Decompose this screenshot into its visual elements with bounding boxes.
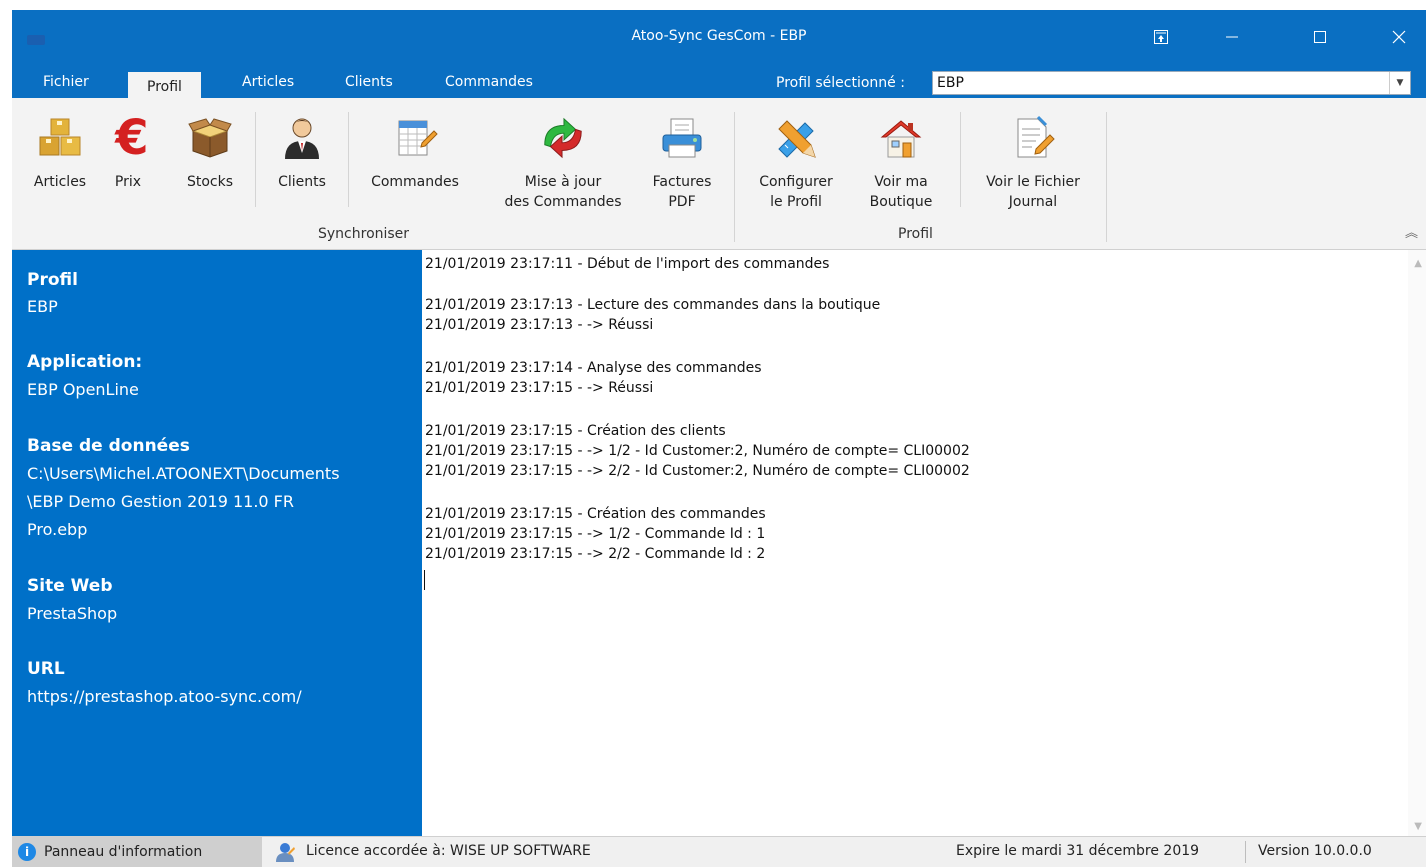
- pin-icon[interactable]: [1141, 22, 1181, 52]
- licence-text: Licence accordée à: WISE UP SOFTWARE: [306, 843, 591, 859]
- site-value: PrestaShop: [27, 604, 118, 623]
- voir-journal-button-label: Voir le Fichier Journal: [986, 174, 1080, 210]
- log-output[interactable]: 21/01/2019 23:17:11 - Début de l'import …: [422, 250, 1426, 836]
- info-panel: Profil EBP Application: EBP OpenLine Bas…: [12, 250, 422, 836]
- group-label-profil: Profil: [898, 226, 933, 242]
- info-panel-toggle-label: Panneau d'information: [44, 844, 203, 860]
- log-line: 21/01/2019 23:17:13 - Lecture des comman…: [425, 297, 881, 313]
- status-bar: i Panneau d'information Licence accordée…: [12, 836, 1426, 867]
- ribbon: Articles € Prix Stocks Clients Commandes…: [12, 98, 1426, 250]
- ribbon-divider: [255, 112, 256, 207]
- chevron-down-icon[interactable]: ▼: [1389, 72, 1410, 94]
- clients-button-label: Clients: [278, 174, 326, 190]
- profile-selector[interactable]: EBP ▼: [932, 71, 1411, 95]
- application-heading: Application:: [27, 352, 143, 372]
- close-icon[interactable]: [1379, 22, 1419, 52]
- ribbon-divider: [348, 112, 349, 207]
- euro-icon: €: [115, 110, 149, 166]
- scroll-up-icon[interactable]: ▲: [1414, 258, 1422, 269]
- factures-pdf-button-label: Factures PDF: [652, 174, 712, 210]
- log-line: 21/01/2019 23:17:15 - -> Réussi: [425, 380, 654, 396]
- document-edit-icon: [1009, 108, 1057, 168]
- profile-selector-value: EBP: [937, 75, 964, 91]
- application-value: EBP OpenLine: [27, 380, 139, 399]
- database-value-line2: \EBP Demo Gestion 2019 11.0 FR: [27, 492, 294, 511]
- text-caret: [424, 570, 425, 590]
- scroll-down-icon[interactable]: ▼: [1414, 821, 1422, 832]
- tab-fichier[interactable]: Fichier: [43, 74, 89, 90]
- title-bar: Atoo-Sync GesCom - EBP: [12, 10, 1426, 68]
- tab-clients[interactable]: Clients: [345, 74, 393, 90]
- site-heading: Site Web: [27, 576, 113, 596]
- vertical-scrollbar[interactable]: ▲ ▼: [1408, 250, 1426, 836]
- prix-button[interactable]: € Prix: [108, 108, 149, 192]
- url-value[interactable]: https://prestashop.atoo-sync.com/: [27, 683, 422, 711]
- user-icon: [278, 108, 326, 168]
- configurer-profil-button[interactable]: Configurer le Profil: [748, 108, 844, 212]
- log-line: 21/01/2019 23:17:14 - Analyse des comman…: [425, 360, 762, 376]
- ribbon-group-divider: [1106, 112, 1107, 242]
- pencil-ruler-icon: [772, 108, 820, 168]
- sync-arrows-icon: [539, 108, 587, 168]
- tab-articles[interactable]: Articles: [242, 74, 294, 90]
- url-heading: URL: [27, 659, 65, 679]
- status-divider: [1245, 841, 1246, 863]
- info-icon: i: [18, 843, 36, 861]
- profil-heading: Profil: [27, 270, 78, 290]
- group-label-synchroniser: Synchroniser: [318, 226, 410, 242]
- commandes-button-label: Commandes: [371, 174, 459, 190]
- log-line: 21/01/2019 23:17:15 - -> 2/2 - Id Custom…: [425, 463, 970, 479]
- ribbon-divider: [960, 112, 961, 207]
- stocks-button-label: Stocks: [186, 174, 234, 190]
- log-line: 21/01/2019 23:17:15 - Création des comma…: [425, 506, 766, 522]
- collapse-ribbon-icon[interactable]: ︽: [1405, 222, 1418, 241]
- database-value-line3: Pro.ebp: [27, 520, 88, 539]
- menu-tabs: Fichier Profil Articles Clients Commande…: [12, 68, 1426, 98]
- boxes-icon: [36, 108, 84, 168]
- licence-user-icon: [274, 841, 296, 863]
- articles-button[interactable]: Articles: [28, 108, 92, 192]
- log-line: 21/01/2019 23:17:15 - -> 1/2 - Commande …: [425, 526, 766, 542]
- expiry-text: Expire le mardi 31 décembre 2019: [956, 843, 1200, 859]
- log-line: 21/01/2019 23:17:15 - -> 2/2 - Commande …: [425, 546, 766, 562]
- maximize-icon[interactable]: [1300, 22, 1340, 52]
- database-value-line1: C:\Users\Michel.ATOONEXT\Documents: [27, 464, 340, 483]
- prix-button-label: Prix: [114, 174, 142, 190]
- printer-icon: [658, 108, 706, 168]
- tab-commandes[interactable]: Commandes: [445, 74, 533, 90]
- log-line: 21/01/2019 23:17:11 - Début de l'import …: [425, 256, 830, 272]
- log-line: 21/01/2019 23:17:13 - -> Réussi: [425, 317, 654, 333]
- profil-value: EBP: [27, 297, 58, 316]
- clients-button[interactable]: Clients: [270, 108, 334, 192]
- profile-selector-label: Profil sélectionné :: [776, 75, 905, 91]
- commandes-button[interactable]: Commandes: [361, 108, 469, 192]
- stocks-button[interactable]: Stocks: [182, 108, 238, 192]
- voir-boutique-button[interactable]: Voir ma Boutique: [856, 108, 946, 212]
- mise-a-jour-button-label: Mise à jour des Commandes: [504, 174, 622, 210]
- voir-journal-button[interactable]: Voir le Fichier Journal: [968, 108, 1098, 212]
- log-line: 21/01/2019 23:17:15 - Création des clien…: [425, 423, 726, 439]
- configurer-profil-button-label: Configurer le Profil: [759, 174, 833, 210]
- tab-profil[interactable]: Profil: [128, 72, 201, 98]
- minimize-icon[interactable]: [1212, 22, 1252, 52]
- log-line: 21/01/2019 23:17:15 - -> 1/2 - Id Custom…: [425, 443, 970, 459]
- app-window: Atoo-Sync GesCom - EBP Fichier Profil Ar…: [12, 10, 1426, 867]
- voir-boutique-button-label: Voir ma Boutique: [869, 174, 933, 210]
- articles-button-label: Articles: [33, 174, 87, 190]
- info-panel-toggle[interactable]: i Panneau d'information: [12, 837, 262, 867]
- database-heading: Base de données: [27, 436, 190, 456]
- house-icon: [877, 108, 925, 168]
- mise-a-jour-commandes-button[interactable]: Mise à jour des Commandes: [498, 108, 628, 212]
- order-sheet-icon: [391, 108, 439, 168]
- factures-pdf-button[interactable]: Factures PDF: [644, 108, 720, 212]
- version-text: Version 10.0.0.0: [1258, 843, 1372, 859]
- box-open-icon: [186, 108, 234, 168]
- ribbon-group-divider: [734, 112, 735, 242]
